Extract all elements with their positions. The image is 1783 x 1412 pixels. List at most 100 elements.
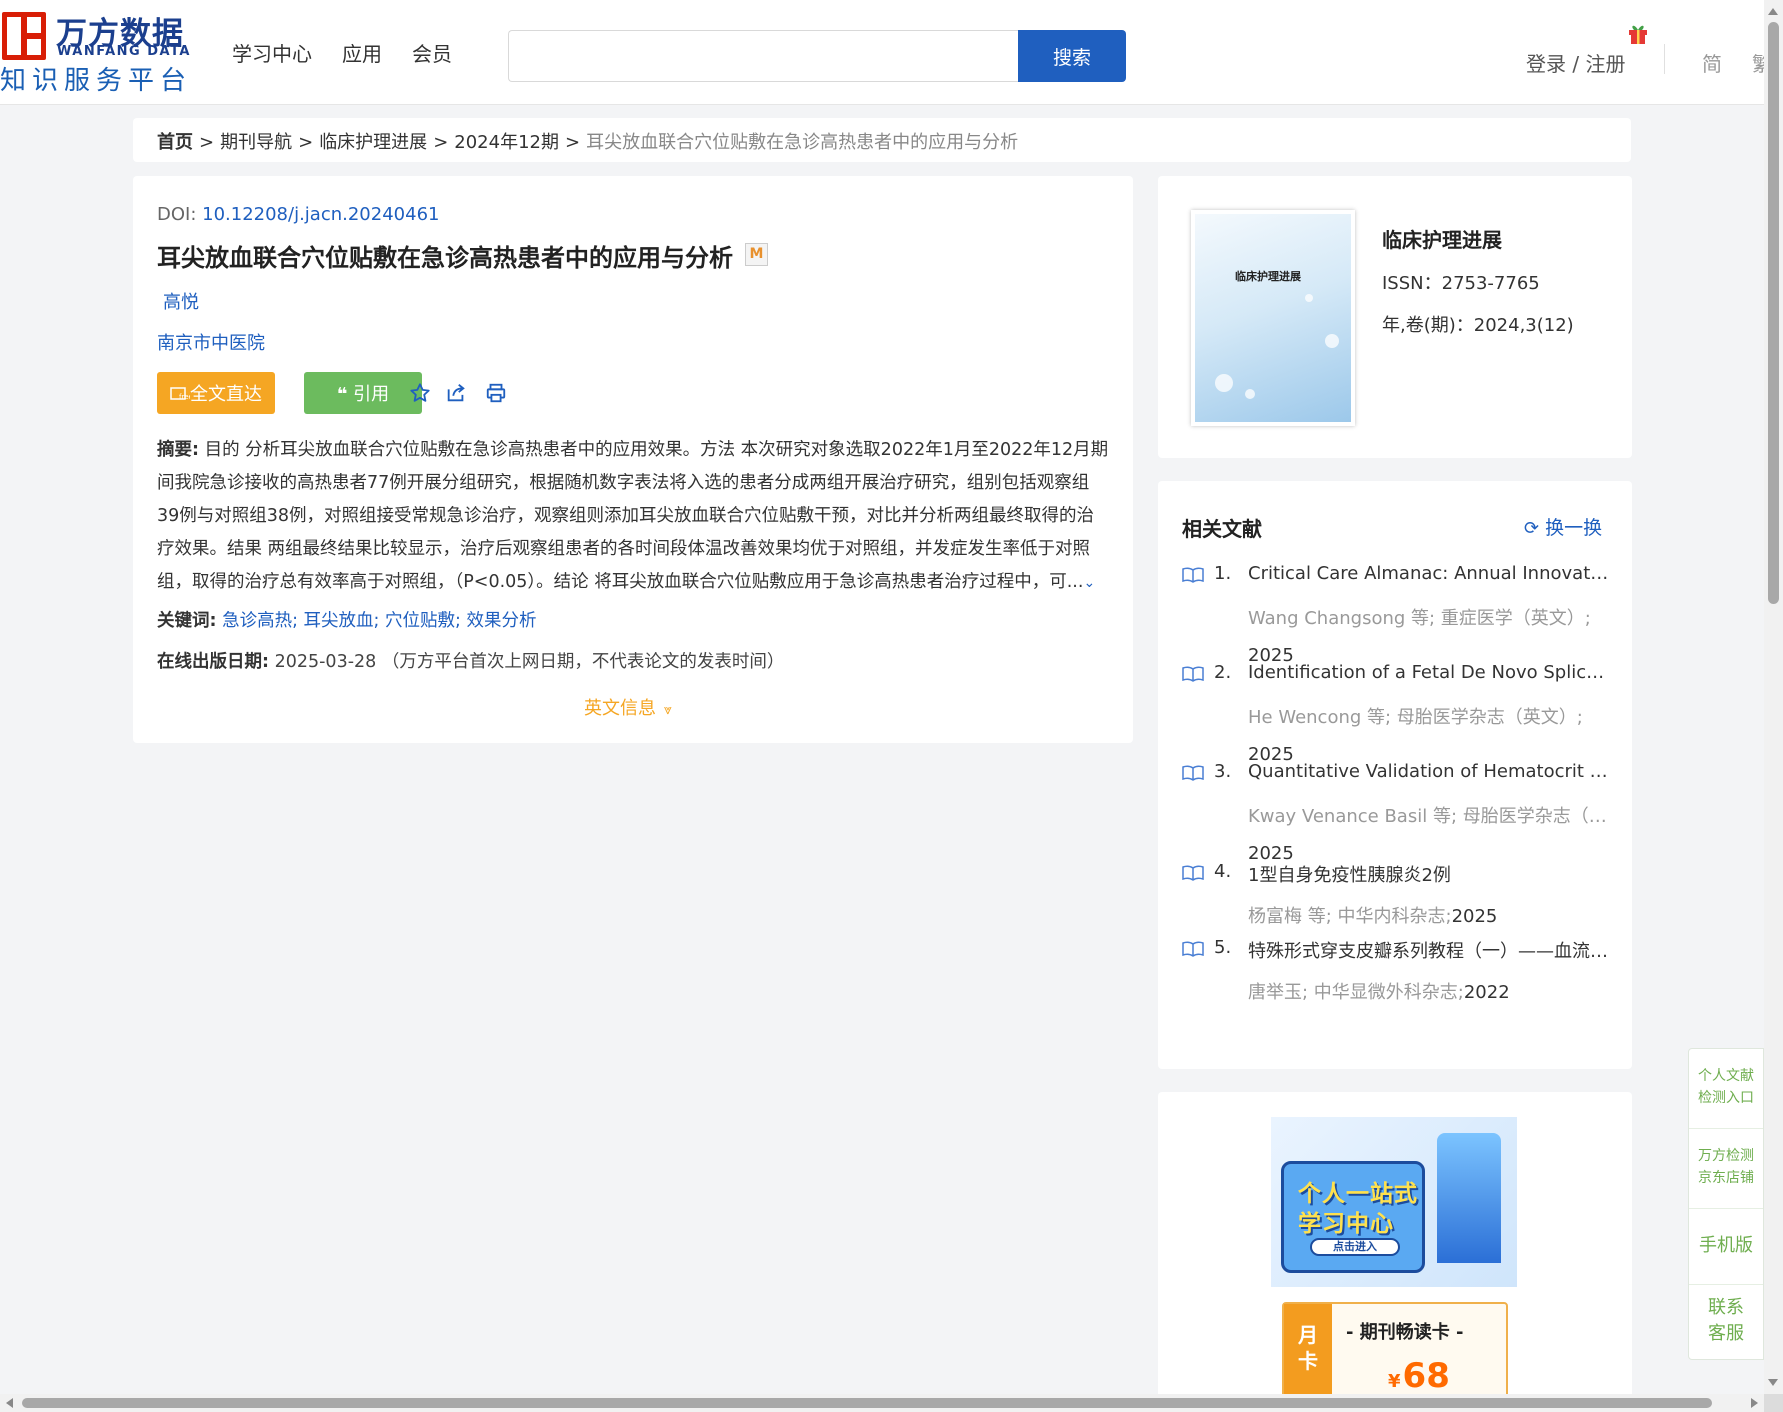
- vertical-scroll-thumb[interactable]: [1768, 22, 1779, 604]
- card-tag-line: 月: [1298, 1323, 1318, 1347]
- side-item-line: 个人文献: [1698, 1068, 1754, 1084]
- keyword-link[interactable]: 急诊高热: [222, 611, 292, 631]
- pubdate-label: 在线出版日期:: [157, 652, 269, 672]
- vertical-scrollbar[interactable]: [1764, 0, 1783, 1394]
- organization-link[interactable]: 南京市中医院: [157, 329, 265, 355]
- promo-card: 个人一站式 学习中心 点击进入 月 卡 - 期刊畅读卡 - ¥68: [1158, 1092, 1632, 1394]
- monthly-card-promo[interactable]: 月 卡 - 期刊畅读卡 - ¥68: [1282, 1302, 1508, 1394]
- journal-issn: ISSN：2753-7765: [1382, 273, 1540, 294]
- nav-apps[interactable]: 应用: [342, 38, 382, 67]
- related-number: 5.: [1214, 937, 1232, 958]
- related-authors-source: 杨富梅 等; 中华内科杂志;2025: [1248, 898, 1608, 935]
- wanfang-logo[interactable]: 万方数据 WANFANG DATA 知识服务平台: [0, 8, 200, 96]
- card-currency: ¥: [1388, 1371, 1401, 1392]
- related-title-link[interactable]: 特殊形式穿支皮瓣系列教程（一）——血流桥接: [1248, 937, 1610, 963]
- lang-simplified[interactable]: 简: [1702, 48, 1722, 77]
- related-title-link[interactable]: Quantitative Validation of Hematocrit Pe…: [1248, 761, 1610, 782]
- personal-check-entry[interactable]: 个人文献 检测入口: [1689, 1049, 1763, 1129]
- top-header: 万方数据 WANFANG DATA 知识服务平台 学习中心 应用 会员 搜索 登…: [0, 0, 1764, 105]
- svg-text:free: free: [179, 393, 190, 401]
- related-authors-source: He Wencong 等; 母胎医学杂志（英文）;: [1248, 707, 1583, 728]
- scroll-up-arrow-icon[interactable]: [1768, 8, 1778, 15]
- abstract-label: 摘要:: [157, 440, 199, 460]
- nav-study-center[interactable]: 学习中心: [232, 38, 312, 67]
- print-icon[interactable]: [485, 382, 507, 404]
- quote-icon: ❝: [336, 384, 348, 405]
- related-authors-source-text: 杨富梅 等; 中华内科杂志;: [1248, 906, 1452, 927]
- doi-link[interactable]: 10.12208/j.jacn.20240461: [202, 204, 439, 225]
- cover-decoration: [1245, 389, 1255, 399]
- related-title-link[interactable]: 1型自身免疫性胰腺炎2例: [1248, 861, 1610, 887]
- side-item-line: 联系: [1708, 1297, 1744, 1318]
- related-title-link[interactable]: Critical Care Almanac: Annual Innovation…: [1248, 563, 1610, 584]
- journal-card: 临床护理进展 临床护理进展 ISSN：2753-7765 年,卷(期)：2024…: [1158, 176, 1632, 458]
- banner-board: 个人一站式 学习中心 点击进入: [1281, 1161, 1425, 1273]
- logo-slogan: 知识服务平台: [0, 66, 193, 96]
- horizontal-scroll-thumb[interactable]: [22, 1398, 1712, 1408]
- mobile-version-link[interactable]: 手机版: [1689, 1209, 1763, 1285]
- refresh-button[interactable]: ⟳ 换一换: [1524, 513, 1602, 540]
- breadcrumb-journal[interactable]: 临床护理进展: [319, 132, 427, 153]
- share-icon[interactable]: [445, 382, 467, 404]
- breadcrumb-issue[interactable]: 2024年12期: [454, 132, 559, 153]
- login-register-link[interactable]: 登录 / 注册: [1526, 48, 1625, 77]
- author-link[interactable]: 高悦: [163, 288, 199, 314]
- cite-button[interactable]: ❝ 引用: [304, 372, 422, 414]
- breadcrumb-journal-nav[interactable]: 期刊导航: [220, 132, 292, 153]
- refresh-icon: ⟳: [1524, 518, 1540, 539]
- keyword-link[interactable]: 效果分析: [466, 611, 536, 631]
- journal-cover[interactable]: 临床护理进展: [1191, 210, 1355, 426]
- card-price-value: 68: [1402, 1356, 1450, 1394]
- breadcrumb-separator: >: [433, 132, 449, 153]
- lang-traditional[interactable]: 繁: [1752, 48, 1764, 77]
- keyword-link[interactable]: 穴位贴敷: [385, 611, 455, 631]
- english-info-toggle[interactable]: 英文信息 ⩔: [584, 694, 672, 720]
- breadcrumb-current: 耳尖放血联合穴位贴敷在急诊高热患者中的应用与分析: [586, 132, 1019, 153]
- search-input[interactable]: [508, 30, 1018, 82]
- breadcrumb-home[interactable]: 首页: [157, 132, 193, 153]
- nav-membership[interactable]: 会员: [412, 38, 452, 67]
- cover-decoration: [1305, 294, 1313, 302]
- fulltext-icon: free: [170, 387, 193, 401]
- m-badge-icon[interactable]: M: [745, 243, 768, 266]
- header-divider: [1664, 44, 1665, 74]
- scroll-left-arrow-icon[interactable]: [6, 1398, 13, 1408]
- horizontal-scrollbar[interactable]: [0, 1394, 1764, 1412]
- card-name: - 期刊畅读卡 -: [1346, 1322, 1464, 1343]
- keywords-label: 关键词:: [157, 611, 217, 631]
- book-icon: [1182, 567, 1204, 583]
- banner-enter-button[interactable]: 点击进入: [1310, 1238, 1400, 1256]
- book-icon: [1182, 941, 1204, 957]
- side-item-line: 京东店铺: [1698, 1170, 1754, 1186]
- keyword-separator: ;: [292, 611, 304, 631]
- scroll-down-arrow-icon[interactable]: [1768, 1379, 1778, 1386]
- side-item-line: 万方检测: [1698, 1148, 1754, 1164]
- logo-brand-en: WANFANG DATA: [57, 44, 191, 59]
- fulltext-label: 全文直达: [190, 384, 262, 405]
- fulltext-button[interactable]: free 全文直达: [157, 372, 275, 414]
- cover-decoration: [1215, 374, 1233, 392]
- jd-store-entry[interactable]: 万方检测 京东店铺: [1689, 1129, 1763, 1209]
- related-literature-card: 相关文献 ⟳ 换一换 1. Critical Care Almanac: Annu…: [1158, 481, 1632, 1069]
- study-center-banner[interactable]: 个人一站式 学习中心 点击进入: [1271, 1117, 1517, 1287]
- star-icon[interactable]: [409, 382, 431, 404]
- keyword-link[interactable]: 耳尖放血: [304, 611, 374, 631]
- gift-icon[interactable]: [1628, 22, 1648, 44]
- article-card: DOI: 10.12208/j.jacn.20240461 耳尖放血联合穴位贴敷…: [133, 176, 1133, 743]
- scroll-right-arrow-icon[interactable]: [1751, 1398, 1758, 1408]
- abstract-expand-icon[interactable]: ⌄: [1083, 575, 1095, 591]
- banner-line1: 个人一站式: [1298, 1181, 1418, 1207]
- journal-name[interactable]: 临床护理进展: [1382, 224, 1502, 253]
- floating-side-toolbar: 个人文献 检测入口 万方检测 京东店铺 手机版 联系 客服: [1688, 1048, 1764, 1360]
- related-title-link[interactable]: Identification of a Fetal De Novo Splice…: [1248, 662, 1610, 683]
- contact-support-link[interactable]: 联系 客服: [1689, 1285, 1763, 1359]
- banner-line2: 学习中心: [1298, 1211, 1394, 1237]
- wanfang-logo-mark-icon: [2, 12, 46, 60]
- side-item-line: 手机版: [1699, 1235, 1753, 1256]
- search-button[interactable]: 搜索: [1018, 30, 1126, 82]
- book-icon: [1182, 865, 1204, 881]
- doi-label: DOI:: [157, 204, 203, 225]
- scroll-corner: [1764, 1394, 1783, 1412]
- pubdate-row: 在线出版日期: 2025-03-28 （万方平台首次上网日期，不代表论文的发表时…: [157, 648, 784, 673]
- breadcrumb-separator: >: [199, 132, 215, 153]
